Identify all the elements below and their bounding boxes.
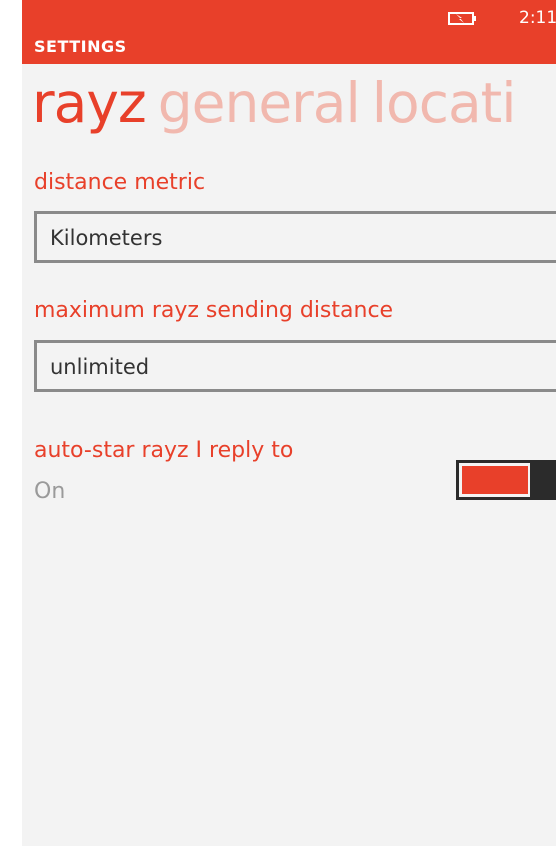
auto-star-label: auto-star rayz I reply to [34,438,294,463]
max-distance-picker[interactable]: unlimited [34,340,556,392]
distance-metric-label: distance metric [34,170,206,195]
distance-metric-picker[interactable]: Kilometers [34,211,556,263]
toggle-fill [462,466,528,494]
auto-star-toggle[interactable] [456,460,556,500]
max-distance-label: maximum rayz sending distance [34,298,394,323]
distance-metric-value: Kilometers [50,226,163,250]
status-bar: 2:11 SETTINGS [22,0,556,64]
status-time: 2:11 [519,8,556,28]
phone-screen: 2:11 SETTINGS rayz general locati distance… [22,0,556,846]
pivot-item-location[interactable]: locati [372,71,517,135]
toggle-thumb[interactable] [530,460,556,500]
battery-charging-icon [448,12,476,25]
auto-star-state: On [34,479,66,504]
max-distance-value: unlimited [50,355,150,379]
pivot-header: rayz general locati [32,68,528,138]
app-title: SETTINGS [34,37,127,56]
pivot-item-rayz[interactable]: rayz [32,71,147,135]
pivot-item-general[interactable]: general [158,71,361,135]
